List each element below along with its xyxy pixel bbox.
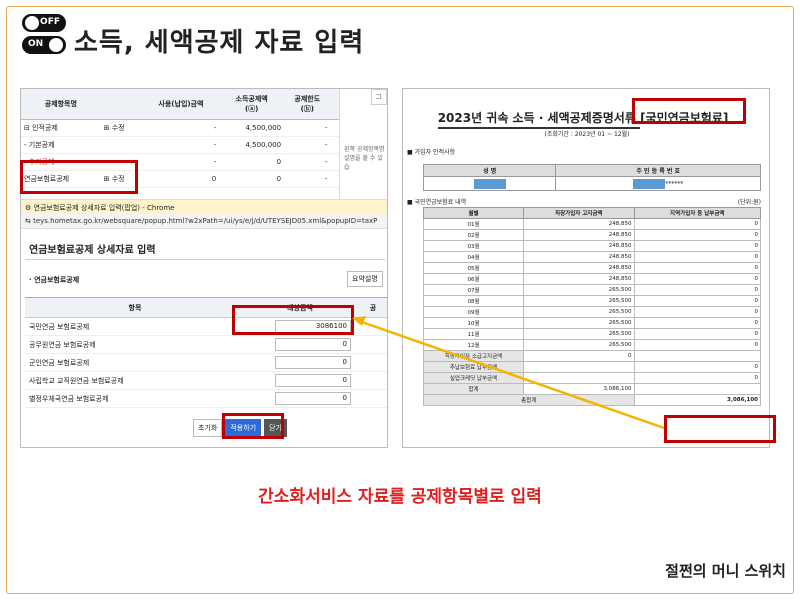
arrow-head [352, 316, 366, 326]
caption-text: 간소화서비스 자료를 공제항목별로 입력 [258, 487, 542, 507]
arrow-connector [352, 316, 665, 430]
arrow-line [361, 320, 665, 430]
brand-signature: 절쩐의 머니 스위치 [665, 562, 786, 580]
